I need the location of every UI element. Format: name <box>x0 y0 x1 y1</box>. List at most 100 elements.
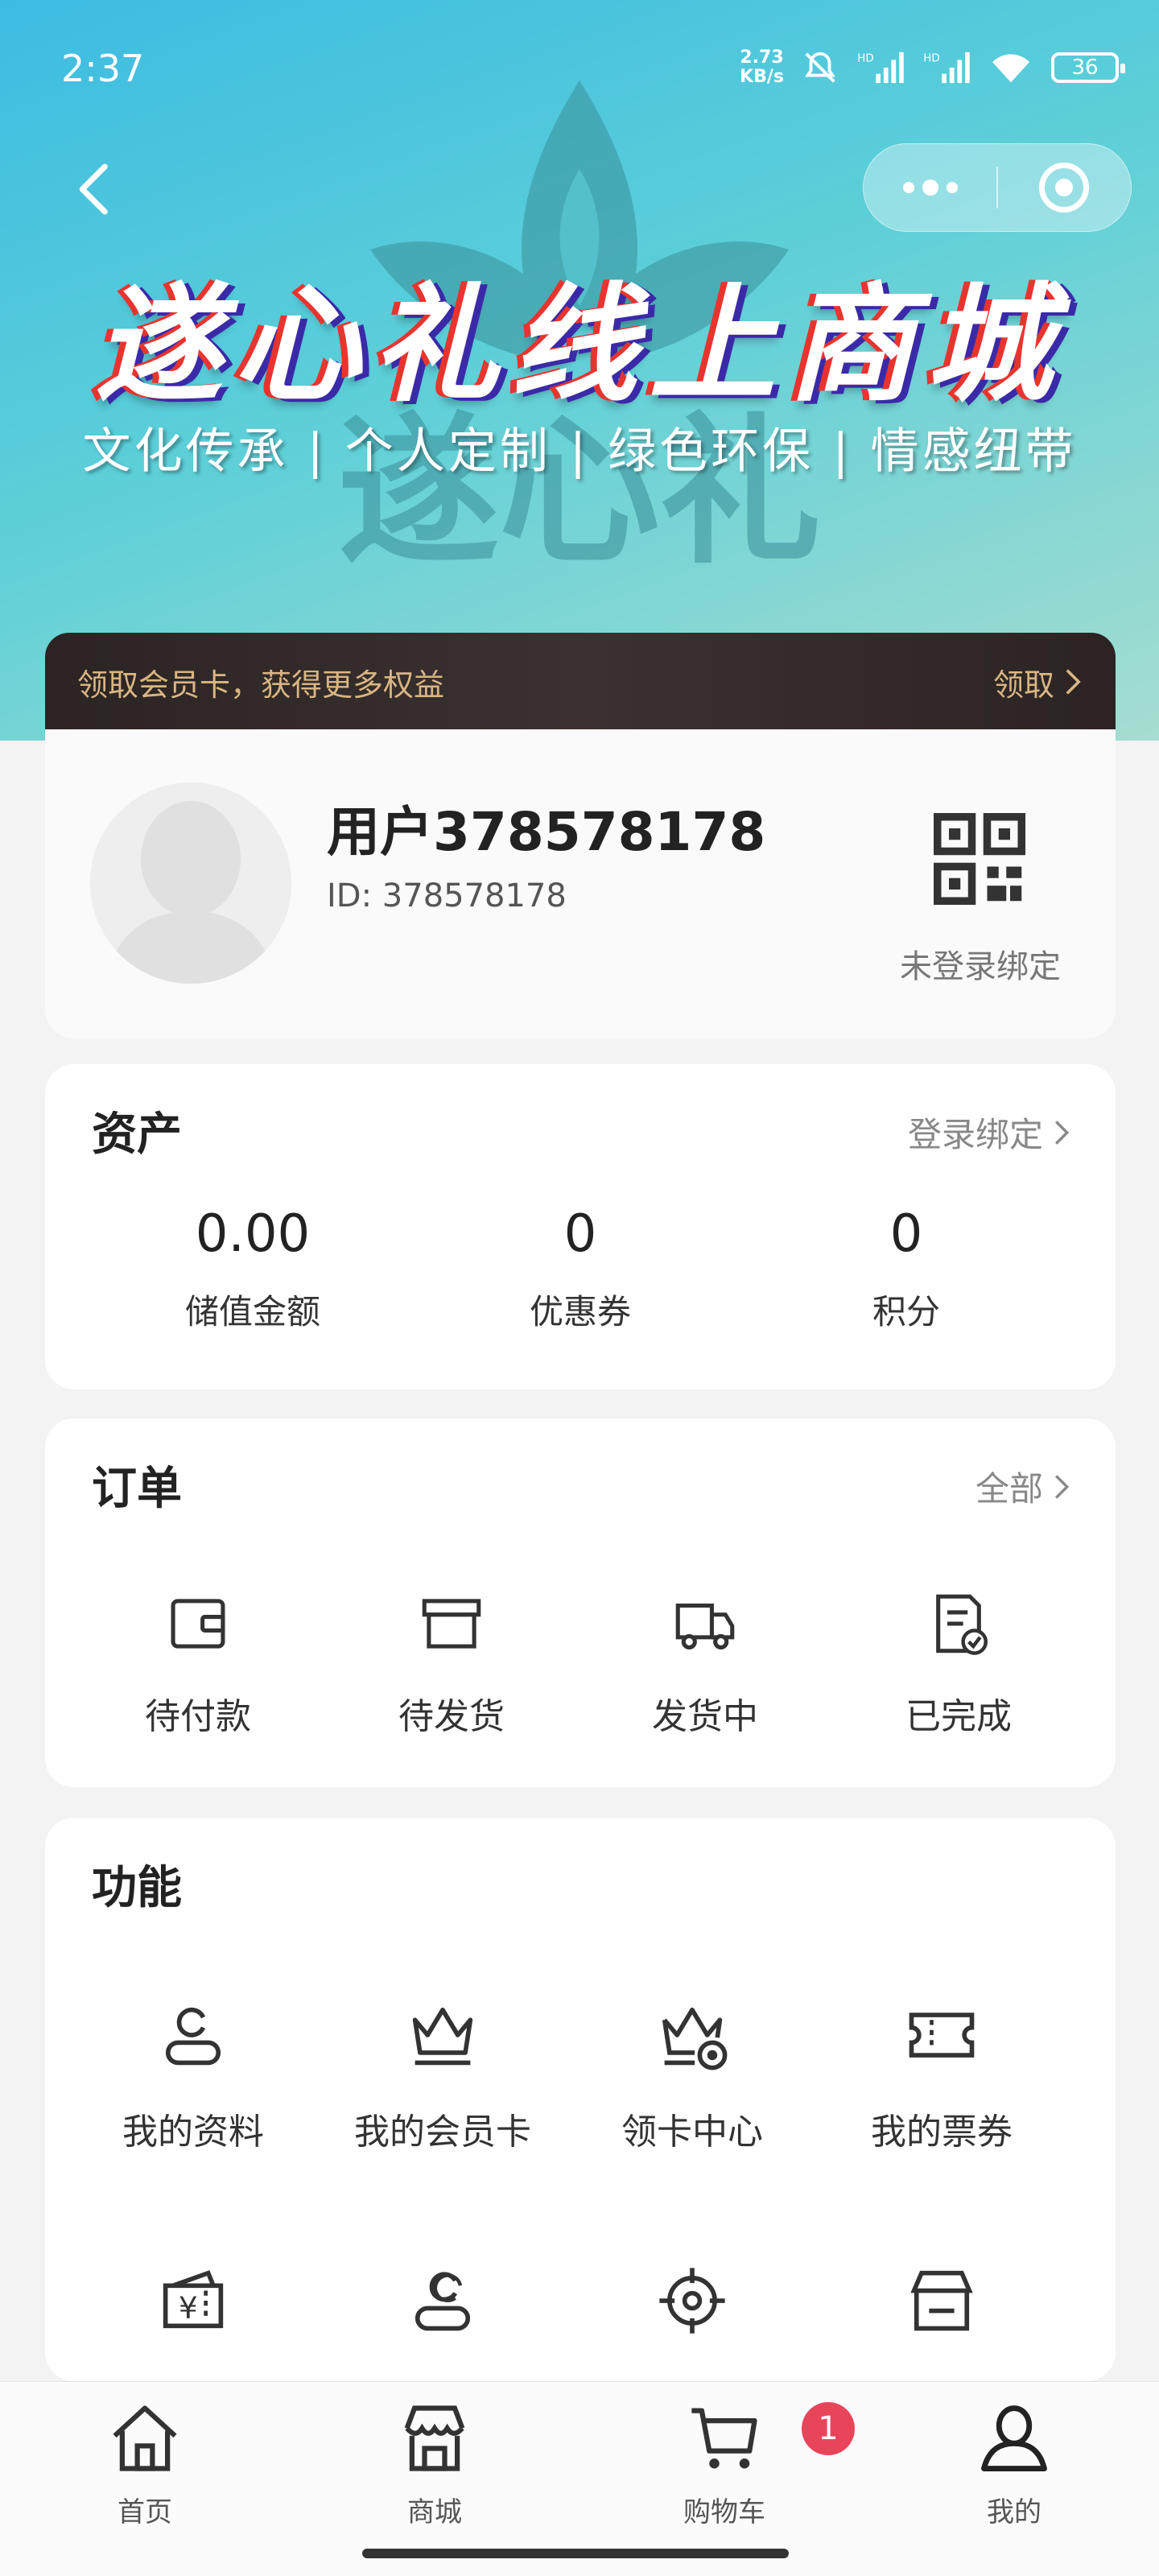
func-label: 我的票券 <box>871 2112 1013 2153</box>
asset-stored-value[interactable]: 0.00 储值金额 <box>116 1204 390 1334</box>
cart-icon <box>691 2408 757 2469</box>
asset-label: 优惠券 <box>529 1292 631 1331</box>
chevron-right-icon <box>1054 1120 1070 1145</box>
func-item-5[interactable]: ¥ <box>80 2260 306 2344</box>
crown-badge-icon <box>662 2007 728 2070</box>
member-card-promo[interactable]: 领取会员卡，获得更多权益 领取 <box>45 633 1116 731</box>
store-icon <box>910 2270 973 2331</box>
tab-label: 商城 <box>407 2496 462 2529</box>
tab-label: 购物车 <box>683 2496 765 2529</box>
banner-subtitle: 文化传承 | 个人定制 | 绿色环保 | 情感纽带 <box>82 423 1077 480</box>
tab-label: 首页 <box>118 2496 172 2529</box>
bottom-tab-bar: 首页 商城 购物车 我的 <box>0 2381 1159 2576</box>
asset-value: 0 <box>563 1204 597 1264</box>
func-my-profile[interactable]: 我的资料 <box>80 1995 306 2154</box>
func-label: 领卡中心 <box>621 2112 763 2153</box>
func-my-tickets[interactable]: 我的票券 <box>829 1995 1054 2154</box>
claim-member-card-button[interactable]: 领取 <box>993 660 1083 704</box>
orders-title: 订单 <box>92 1463 182 1515</box>
order-label: 待发货 <box>398 1696 505 1737</box>
person-icon <box>981 2405 1047 2471</box>
order-pending-shipment[interactable]: 待发货 <box>347 1587 556 1739</box>
func-item-6[interactable] <box>330 2260 555 2344</box>
tab-label: 我的 <box>987 2496 1041 2529</box>
tab-home[interactable]: 首页 <box>64 2398 225 2529</box>
functions-title: 功能 <box>92 1862 182 1914</box>
cart-count-badge: 1 <box>802 2402 855 2455</box>
svg-text:¥: ¥ <box>179 2290 198 2326</box>
users-icon <box>415 2272 471 2331</box>
login-bind-status[interactable]: 未登录绑定 <box>900 940 1061 987</box>
home-icon <box>113 2405 177 2471</box>
user-profile-icon <box>165 2008 221 2066</box>
header-banner: 遂心礼 2:37 2.73 KB/s HD HD 36 遂心礼线上商城 文化传承… <box>0 0 1159 741</box>
network-speed: 2.73 KB/s <box>740 48 784 87</box>
mute-bell-icon <box>805 52 835 83</box>
battery-indicator: 36 <box>1051 52 1125 83</box>
user-name: 用户378578178 <box>327 801 766 863</box>
status-bar: 2:37 2.73 KB/s HD HD 36 <box>0 0 1159 145</box>
func-my-member-card[interactable]: 我的会员卡 <box>330 1995 555 2154</box>
assets-card: 资产 登录绑定 0.00 储值金额 0 优惠券 0 积分 <box>45 1064 1116 1389</box>
close-miniprogram-button[interactable] <box>998 143 1131 232</box>
target-icon <box>659 2268 725 2334</box>
miniprogram-capsule <box>863 143 1132 232</box>
func-label: 我的会员卡 <box>354 2112 531 2153</box>
member-promo-text: 领取会员卡，获得更多权益 <box>77 667 445 703</box>
home-indicator[interactable] <box>362 2549 789 2558</box>
order-label: 待付款 <box>145 1696 251 1737</box>
tab-shop[interactable]: 商城 <box>354 2398 515 2529</box>
order-pending-payment[interactable]: 待付款 <box>93 1587 303 1739</box>
status-time: 2:37 <box>61 47 145 90</box>
banner-title: 遂心礼线上商城 <box>95 271 1064 419</box>
asset-label: 积分 <box>872 1292 940 1331</box>
asset-value: 0.00 <box>195 1204 311 1264</box>
qr-code-icon[interactable] <box>934 813 1025 905</box>
func-item-7[interactable] <box>580 2260 805 2344</box>
user-id: ID: 378578178 <box>327 877 567 914</box>
order-completed[interactable]: 已完成 <box>854 1587 1063 1739</box>
shop-icon <box>404 2405 465 2471</box>
wifi-icon <box>992 54 1029 83</box>
func-label: 我的资料 <box>122 2112 264 2153</box>
func-item-8[interactable] <box>829 2260 1054 2344</box>
document-check-icon <box>936 1594 988 1655</box>
order-label: 已完成 <box>905 1696 1012 1737</box>
claim-label: 领取 <box>992 667 1054 703</box>
more-options-button[interactable] <box>864 143 996 232</box>
asset-label: 储值金额 <box>184 1292 320 1331</box>
signal-hd-icon: HD <box>857 52 904 84</box>
functions-card: 功能 我的资料 我的会员卡 领卡中心 我的票券 ¥ <box>45 1818 1116 2381</box>
ticket-icon <box>909 2013 975 2058</box>
wallet-icon <box>171 1599 225 1649</box>
more-dot <box>902 182 914 193</box>
target-close-icon <box>1039 163 1090 213</box>
more-dot <box>922 180 938 196</box>
tab-mine[interactable]: 我的 <box>934 2398 1095 2529</box>
order-shipping[interactable]: 发货中 <box>600 1587 810 1739</box>
all-orders-label: 全部 <box>975 1469 1043 1509</box>
order-label: 发货中 <box>652 1696 758 1737</box>
avatar[interactable] <box>90 782 291 984</box>
login-bind-link[interactable]: 登录绑定 <box>908 1108 1070 1157</box>
crown-icon <box>412 2007 473 2066</box>
box-icon <box>422 1599 481 1649</box>
more-dot <box>946 182 958 193</box>
func-card-center[interactable]: 领卡中心 <box>580 1995 805 2154</box>
back-chevron-icon[interactable] <box>71 161 119 217</box>
signal-hd-icon-2: HD <box>923 52 970 84</box>
default-avatar-icon <box>90 782 291 984</box>
orders-card: 订单 全部 待付款 待发货 发货中 已完成 <box>45 1418 1116 1787</box>
network-speed-unit: KB/s <box>740 67 784 87</box>
asset-coupons[interactable]: 0 优惠券 <box>443 1204 717 1334</box>
status-icons: 2.73 KB/s HD HD 36 <box>740 48 1125 87</box>
truck-icon <box>675 1603 735 1650</box>
tab-cart[interactable]: 购物车 <box>644 2398 805 2529</box>
yen-coupon-icon: ¥ <box>163 2270 224 2329</box>
network-speed-value: 2.73 <box>740 47 784 68</box>
asset-points[interactable]: 0 积分 <box>769 1204 1043 1334</box>
login-bind-link-label: 登录绑定 <box>907 1115 1043 1154</box>
all-orders-link[interactable]: 全部 <box>975 1462 1070 1511</box>
assets-title: 资产 <box>92 1108 182 1161</box>
svg-text:HD: HD <box>857 52 873 64</box>
